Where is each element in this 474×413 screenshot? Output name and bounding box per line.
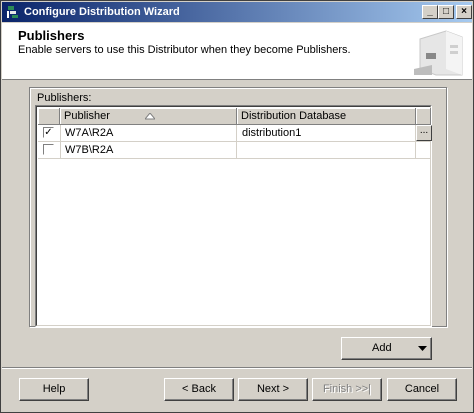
publishers-grid[interactable]: Publisher Distribution Database ✓ W7A\R2… <box>35 105 432 327</box>
cancel-button[interactable]: Cancel <box>387 378 457 401</box>
back-button[interactable]: < Back <box>164 378 234 401</box>
configure-distribution-wizard-window: Configure Distribution Wizard _ □ × Publ… <box>0 0 474 413</box>
title-bar[interactable]: Configure Distribution Wizard _ □ × <box>2 2 472 22</box>
column-header-publisher[interactable]: Publisher <box>60 108 237 125</box>
page-subtitle: Enable servers to use this Distributor w… <box>18 44 351 56</box>
finish-button[interactable]: Finish >>| <box>312 378 382 401</box>
next-button[interactable]: Next > <box>238 378 308 401</box>
close-button[interactable]: × <box>456 5 472 19</box>
column-header-database-label: Distribution Database <box>241 110 347 122</box>
wizard-graphic-icon <box>414 30 463 76</box>
column-header-distribution-database[interactable]: Distribution Database <box>237 108 416 125</box>
page-title: Publishers <box>18 28 85 43</box>
table-row[interactable]: W7B\R2A <box>38 142 430 159</box>
grid-header-checkbox <box>38 108 60 125</box>
table-row[interactable]: ✓ W7A\R2A distribution1 ... <box>38 125 432 142</box>
row-1-distribution-database[interactable]: distribution1 <box>238 125 416 141</box>
minimize-button[interactable]: _ <box>422 5 438 19</box>
row-2-publisher: W7B\R2A <box>61 142 237 158</box>
column-header-publisher-label: Publisher <box>64 110 110 122</box>
row-1-publisher: W7A\R2A <box>61 125 237 141</box>
wizard-header: Publishers Enable servers to use this Di… <box>2 23 472 80</box>
row-1-checkbox[interactable]: ✓ <box>43 127 54 138</box>
maximize-icon: □ <box>442 6 450 17</box>
minimize-icon: _ <box>427 6 433 17</box>
dropdown-arrow-icon <box>418 346 427 351</box>
publishers-group-label: Publishers: <box>37 92 92 104</box>
window-title: Configure Distribution Wizard <box>24 6 180 18</box>
grid-header-filler <box>416 108 431 125</box>
row-1-ellipsis-button[interactable]: ... <box>416 125 432 141</box>
add-button[interactable]: Add <box>341 337 432 360</box>
row-2-distribution-database[interactable] <box>238 142 416 158</box>
maximize-button[interactable]: □ <box>438 5 454 19</box>
help-button[interactable]: Help <box>19 378 89 401</box>
sort-ascending-icon <box>145 113 155 120</box>
row-2-checkbox[interactable] <box>43 144 54 155</box>
close-icon: × <box>461 6 467 17</box>
add-button-label: Add <box>372 342 392 354</box>
footer-separator <box>2 367 472 369</box>
checkmark-icon: ✓ <box>44 127 53 138</box>
wizard-app-icon <box>7 6 18 18</box>
